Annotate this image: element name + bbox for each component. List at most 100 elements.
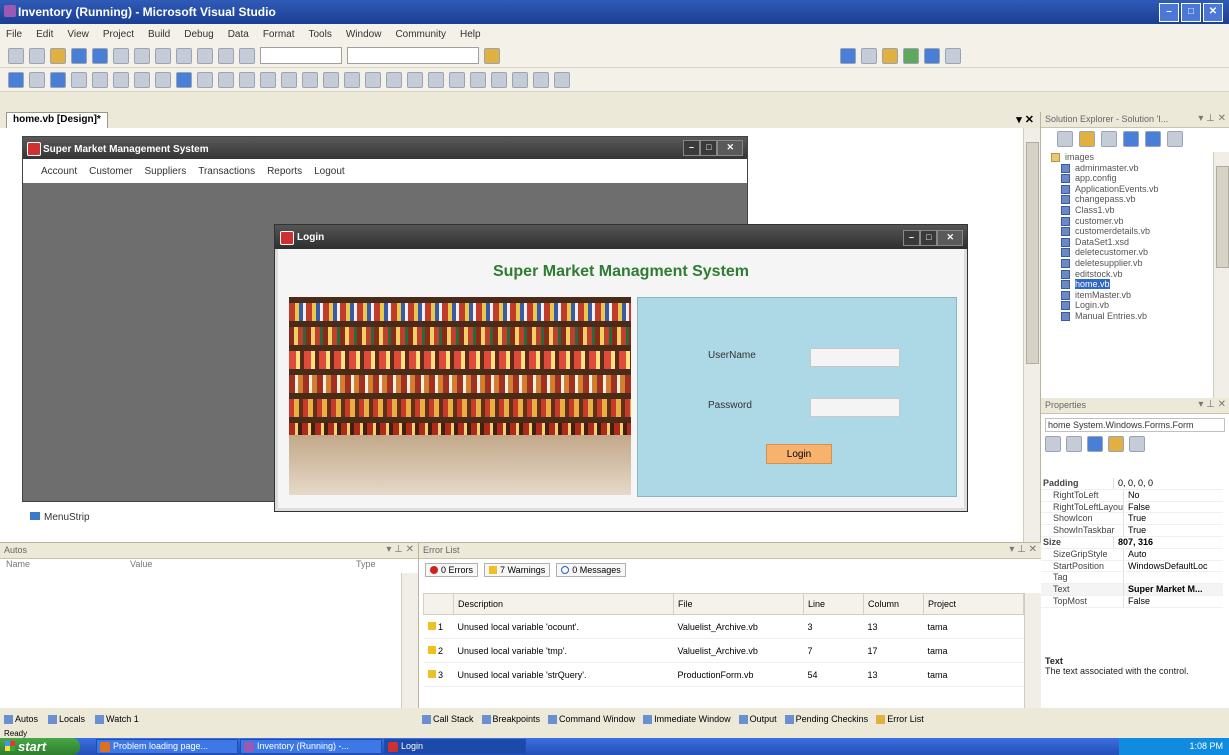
tab-pending-checkins[interactable]: Pending Checkins: [784, 714, 868, 725]
make-same-size-icon[interactable]: [386, 71, 402, 88]
taskbar-item-login[interactable]: Login: [384, 739, 526, 754]
tree-item[interactable]: adminmaster.vb: [1041, 163, 1229, 174]
maximize-button[interactable]: □: [1181, 3, 1201, 22]
object-browser-icon[interactable]: [882, 47, 898, 64]
tree-item[interactable]: images: [1041, 152, 1229, 163]
breakpoints-icon[interactable]: [197, 71, 213, 88]
find-in-files-icon[interactable]: [484, 47, 500, 64]
property-row[interactable]: SizeGripStyle Auto: [1041, 548, 1223, 561]
menu-build[interactable]: Build: [148, 29, 170, 40]
mdi-close-button[interactable]: ✕: [717, 140, 743, 156]
stop-debugging-icon[interactable]: [50, 71, 66, 88]
tab-output[interactable]: Output: [738, 714, 777, 725]
autos-col-value[interactable]: Value: [130, 559, 152, 569]
table-row[interactable]: 2 Unused local variable 'tmp'. Valuelist…: [423, 638, 1024, 663]
taskbar-item-visual-studio[interactable]: Inventory (Running) -...: [240, 739, 382, 754]
solution-scrollbar[interactable]: [1213, 152, 1229, 398]
mdi-minimize-button[interactable]: –: [683, 140, 701, 156]
menu-transactions[interactable]: Transactions: [198, 166, 255, 177]
taskbar-item-browser[interactable]: Problem loading page...: [96, 739, 238, 754]
show-all-files-icon[interactable]: [1079, 131, 1095, 147]
class-diagram-icon[interactable]: [1167, 131, 1183, 147]
properties-icon[interactable]: [1087, 436, 1103, 452]
property-row[interactable]: RightToLeft No: [1041, 489, 1223, 502]
property-row-selected[interactable]: Text Super Market M...: [1041, 584, 1223, 596]
tab-command-window[interactable]: Command Window: [548, 714, 635, 725]
login-button[interactable]: Login: [766, 444, 832, 464]
property-row[interactable]: Size 807, 316: [1041, 536, 1223, 549]
view-designer-icon[interactable]: [1145, 131, 1161, 147]
make-same-width-icon[interactable]: [344, 71, 360, 88]
continue-icon[interactable]: [8, 71, 24, 88]
col-index[interactable]: [423, 593, 454, 615]
tree-item[interactable]: Class1.vb: [1041, 205, 1229, 216]
add-item-icon[interactable]: [29, 47, 45, 64]
make-same-height-icon[interactable]: [365, 71, 381, 88]
hex-display-icon[interactable]: [176, 71, 192, 88]
more-windows-icon[interactable]: [945, 47, 961, 64]
username-input[interactable]: [810, 348, 900, 367]
tree-item[interactable]: ApplicationEvents.vb: [1041, 184, 1229, 195]
component-tray-menustrip[interactable]: MenuStrip: [30, 512, 90, 523]
align-centers-icon[interactable]: [239, 71, 255, 88]
view-code-icon[interactable]: [1123, 131, 1139, 147]
properties-window-icon[interactable]: [861, 47, 877, 64]
start-debug-icon[interactable]: [239, 47, 255, 64]
autos-col-name[interactable]: Name: [6, 559, 30, 569]
menu-tools[interactable]: Tools: [309, 29, 332, 40]
tab-home-design[interactable]: home.vb [Design]*: [6, 112, 108, 128]
autos-scrollbar[interactable]: [401, 573, 418, 709]
warnings-filter-button[interactable]: 7 Warnings: [484, 563, 551, 577]
menu-edit[interactable]: Edit: [36, 29, 53, 40]
menu-debug[interactable]: Debug: [184, 29, 213, 40]
minimize-button[interactable]: –: [1159, 3, 1179, 22]
pin-close-icon[interactable]: ▾ ⊥ ✕: [1009, 544, 1037, 555]
property-row[interactable]: TopMost False: [1041, 595, 1223, 608]
send-to-back-icon[interactable]: [533, 71, 549, 88]
pin-close-icon[interactable]: ▾ ⊥ ✕: [1198, 399, 1226, 410]
property-row[interactable]: ShowIcon True: [1041, 513, 1223, 526]
step-out-icon[interactable]: [155, 71, 171, 88]
autos-col-type[interactable]: Type: [356, 559, 376, 569]
login-minimize-button[interactable]: –: [903, 230, 921, 246]
property-pages-icon[interactable]: [1129, 436, 1145, 452]
paste-icon[interactable]: [155, 47, 171, 64]
error-list-scrollbar[interactable]: [1024, 593, 1041, 709]
restart-icon[interactable]: [71, 71, 87, 88]
step-over-icon[interactable]: [134, 71, 150, 88]
menu-customer[interactable]: Customer: [89, 166, 132, 177]
pin-close-icon[interactable]: ▾ ⊥ ✕: [386, 544, 414, 555]
login-maximize-button[interactable]: □: [920, 230, 938, 246]
scrollbar-thumb[interactable]: [1216, 166, 1229, 268]
solution-explorer-icon[interactable]: [840, 47, 856, 64]
size-to-grid-icon[interactable]: [407, 71, 423, 88]
toolbox-icon[interactable]: [903, 47, 919, 64]
save-icon[interactable]: [71, 47, 87, 64]
clock[interactable]: 1:08 PM: [1189, 741, 1223, 751]
col-description[interactable]: Description: [453, 593, 674, 615]
cut-icon[interactable]: [113, 47, 129, 64]
col-project[interactable]: Project: [923, 593, 1024, 615]
menu-logout[interactable]: Logout: [314, 166, 345, 177]
table-row[interactable]: 3 Unused local variable 'strQuery'. Prod…: [423, 662, 1024, 687]
center-vertically-icon[interactable]: [491, 71, 507, 88]
refresh-icon[interactable]: [1101, 131, 1117, 147]
start-page-icon[interactable]: [924, 47, 940, 64]
object-selector[interactable]: home System.Windows.Forms.Form: [1045, 418, 1225, 432]
tree-item[interactable]: deletecustomer.vb: [1041, 247, 1229, 258]
tab-locals[interactable]: Locals: [48, 714, 85, 725]
tab-breakpoints[interactable]: Breakpoints: [481, 714, 540, 725]
menu-community[interactable]: Community: [395, 29, 446, 40]
tree-item[interactable]: app.config: [1041, 173, 1229, 184]
menu-account[interactable]: Account: [41, 166, 77, 177]
table-row[interactable]: 1 Unused local variable 'ocount'. Valuel…: [423, 614, 1024, 639]
pin-close-icon[interactable]: ▾ ⊥ ✕: [1198, 113, 1226, 124]
close-document-icon[interactable]: ▾ ✕: [1016, 113, 1034, 126]
align-middles-icon[interactable]: [302, 71, 318, 88]
col-column[interactable]: Column: [863, 593, 924, 615]
align-bottoms-icon[interactable]: [323, 71, 339, 88]
properties-icon[interactable]: [1057, 131, 1073, 147]
mdi-maximize-button[interactable]: □: [700, 140, 718, 156]
tab-error-list[interactable]: Error List: [876, 714, 924, 725]
center-horizontally-icon[interactable]: [470, 71, 486, 88]
